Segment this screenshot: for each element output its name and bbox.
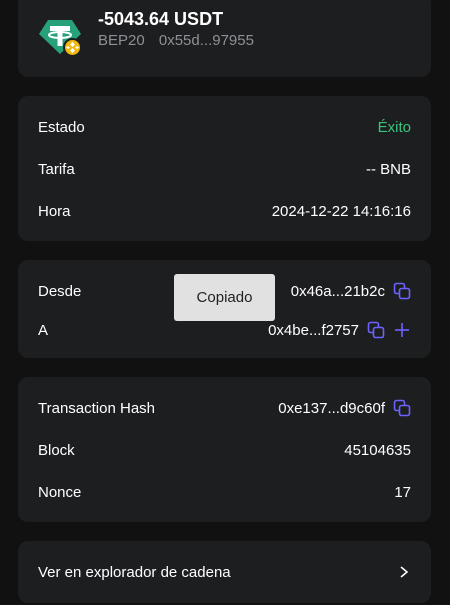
view-in-explorer-button[interactable]: Ver en explorador de cadena bbox=[18, 541, 431, 603]
explorer-label: Ver en explorador de cadena bbox=[38, 563, 231, 581]
chevron-right-icon bbox=[400, 566, 409, 578]
hash-value-group: 0xe137...d9c60f bbox=[278, 399, 411, 417]
copy-icon[interactable] bbox=[393, 399, 411, 417]
explorer-row: Ver en explorador de cadena bbox=[38, 560, 411, 584]
nonce-row: Nonce 17 bbox=[38, 480, 411, 504]
block-label: Block bbox=[38, 441, 75, 459]
from-value-group: 0x46a...21b2c bbox=[291, 282, 411, 300]
from-address[interactable]: 0x46a...21b2c bbox=[291, 283, 385, 300]
state-label: Estado bbox=[38, 118, 85, 136]
time-value: 2024-12-22 14:16:16 bbox=[271, 202, 411, 220]
state-row: Estado Éxito bbox=[38, 115, 411, 139]
nonce-value: 17 bbox=[394, 483, 411, 501]
token-contract-address[interactable]: 0x55d...97955 bbox=[159, 32, 254, 49]
status-card: Estado Éxito Tarifa -- BNB Hora 2024-12-… bbox=[18, 96, 431, 241]
copied-toast: Copiado bbox=[174, 274, 275, 321]
to-address[interactable]: 0x4be...f2757 bbox=[268, 322, 359, 339]
time-label: Hora bbox=[38, 202, 71, 220]
token-network: BEP20 bbox=[98, 32, 145, 49]
from-label: Desde bbox=[38, 282, 82, 300]
state-value: Éxito bbox=[377, 118, 411, 136]
time-row: Hora 2024-12-22 14:16:16 bbox=[38, 199, 411, 223]
fee-row: Tarifa -- BNB bbox=[38, 157, 411, 181]
transaction-card: Transaction Hash 0xe137...d9c60f Block 4… bbox=[18, 377, 431, 522]
token-subtitle: BEP20 0x55d...97955 bbox=[98, 32, 254, 49]
token-card: -5043.64 USDT BEP20 0x55d...97955 bbox=[18, 0, 431, 77]
hash-label: Transaction Hash bbox=[38, 399, 155, 417]
block-row: Block 45104635 bbox=[38, 438, 411, 462]
bnb-chain-icon bbox=[63, 38, 82, 57]
token-amount: -5043.64 USDT bbox=[98, 9, 224, 29]
transaction-detail-page: -5043.64 USDT BEP20 0x55d...97955 Estado… bbox=[0, 0, 450, 605]
copy-icon[interactable] bbox=[393, 282, 411, 300]
nonce-label: Nonce bbox=[38, 483, 82, 501]
add-contact-plus-icon[interactable] bbox=[393, 321, 411, 339]
fee-label: Tarifa bbox=[38, 160, 75, 178]
fee-value: -- BNB bbox=[366, 160, 411, 178]
hash-row: Transaction Hash 0xe137...d9c60f bbox=[38, 396, 411, 420]
to-value-group: 0x4be...f2757 bbox=[268, 321, 411, 339]
copy-icon[interactable] bbox=[367, 321, 385, 339]
block-value: 45104635 bbox=[344, 441, 411, 459]
to-row: A 0x4be...f2757 bbox=[38, 318, 411, 342]
hash-value[interactable]: 0xe137...d9c60f bbox=[278, 400, 385, 417]
to-label: A bbox=[38, 321, 49, 339]
